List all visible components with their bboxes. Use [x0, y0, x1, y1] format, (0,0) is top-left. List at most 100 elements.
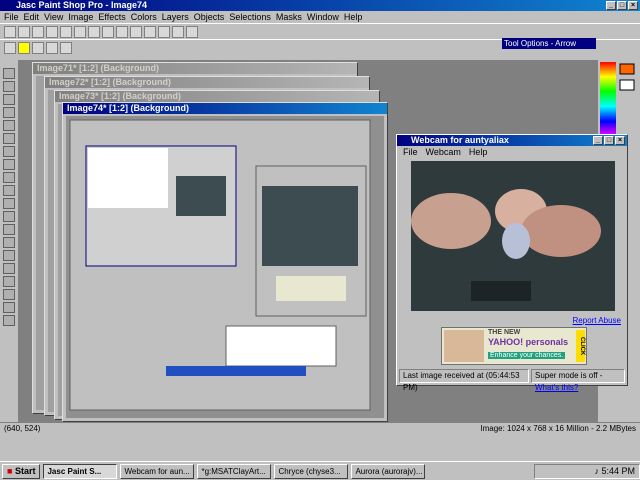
clock[interactable]: 5:44 PM — [601, 466, 635, 476]
color-icon[interactable] — [18, 41, 30, 54]
app-statusbar: (640, 524) Image: 1024 x 768 x 16 Millio… — [0, 422, 640, 434]
grid-icon[interactable] — [4, 41, 16, 54]
webcam-menu-file[interactable]: File — [403, 146, 418, 158]
undo-icon[interactable] — [60, 25, 72, 38]
eraser-tool-icon[interactable] — [3, 237, 15, 248]
menu-edit[interactable]: Edit — [24, 11, 40, 23]
last-image-status: Last image received at (05:44:53 PM) — [399, 369, 529, 392]
wand-tool-icon[interactable] — [3, 159, 15, 170]
whats-this-link[interactable]: What's this? — [535, 383, 578, 392]
palette-icon[interactable] — [32, 41, 44, 54]
clone-brush-icon[interactable] — [3, 198, 15, 209]
image72-title: Image72* [1:2] (Background) — [49, 77, 172, 87]
webcam-minimize-button[interactable]: _ — [593, 136, 603, 145]
ad-photo-icon — [444, 330, 484, 362]
deform-tool-icon[interactable] — [3, 94, 15, 105]
layers-icon[interactable] — [158, 25, 170, 38]
image-info: Image: 1024 x 768 x 16 Million - 2.2 MBy… — [480, 424, 636, 433]
yahoo-personals-ad[interactable]: THE NEW YAHOO! personals Enhance your ch… — [441, 327, 587, 365]
webcam-menubar: File Webcam Help — [397, 146, 627, 158]
lasso-tool-icon[interactable] — [3, 146, 15, 157]
close-button[interactable]: × — [628, 1, 638, 10]
zoom-icon[interactable] — [130, 25, 142, 38]
preset-shapes-icon[interactable] — [3, 315, 15, 326]
task-paint-shop-pro[interactable]: Jasc Paint S... — [43, 463, 118, 479]
histogram-icon[interactable] — [172, 25, 184, 38]
print-icon[interactable] — [46, 25, 58, 38]
paste-icon[interactable] — [116, 25, 128, 38]
picture-tube-icon[interactable] — [3, 250, 15, 261]
script-icon[interactable] — [60, 41, 72, 54]
text-tool-icon[interactable] — [3, 289, 15, 300]
menu-file[interactable]: File — [4, 11, 19, 23]
webcam-maximize-button[interactable]: □ — [604, 136, 614, 145]
new-icon[interactable] — [4, 25, 16, 38]
task-webcam[interactable]: Webcam for aun... — [120, 463, 195, 479]
task-aurora[interactable]: Aurora (aurorajv)... — [351, 463, 426, 479]
menu-objects[interactable]: Objects — [194, 11, 225, 23]
copy-icon[interactable] — [102, 25, 114, 38]
menu-image[interactable]: Image — [68, 11, 93, 23]
minimize-button[interactable]: _ — [606, 1, 616, 10]
color-picker-icon[interactable] — [598, 60, 640, 140]
airbrush-icon[interactable] — [3, 263, 15, 274]
save-icon[interactable] — [32, 25, 44, 38]
menu-view[interactable]: View — [44, 11, 63, 23]
report-abuse-link[interactable]: Report Abuse — [573, 316, 621, 325]
app-title: Jasc Paint Shop Pro - Image74 — [16, 0, 148, 10]
arrow-tool-icon[interactable] — [3, 68, 15, 79]
webcam-close-button[interactable]: × — [615, 136, 625, 145]
ad-tagline: Enhance your chances. — [488, 352, 566, 359]
draw-tool-icon[interactable] — [3, 302, 15, 313]
webcam-title: Webcam for auntyaliax — [411, 135, 509, 145]
menu-window[interactable]: Window — [307, 11, 339, 23]
system-tray: ♪ 5:44 PM — [534, 463, 640, 479]
overview-icon[interactable] — [46, 41, 58, 54]
brush-icon[interactable] — [144, 25, 156, 38]
flood-fill-icon[interactable] — [3, 276, 15, 287]
menu-selections[interactable]: Selections — [229, 11, 271, 23]
app-titlebar: Jasc Paint Shop Pro - Image74 _ □ × — [0, 0, 640, 11]
taskbar: ■ Start Jasc Paint S... Webcam for aun..… — [0, 461, 640, 480]
start-label: Start — [14, 465, 36, 476]
redo-icon[interactable] — [74, 25, 86, 38]
super-mode-text: Super mode is off - — [535, 371, 603, 380]
maximize-button[interactable]: □ — [617, 1, 627, 10]
menu-help[interactable]: Help — [344, 11, 363, 23]
dropper-tool-icon[interactable] — [3, 172, 15, 183]
ad-line1: THE NEW — [488, 329, 521, 336]
super-mode-status: Super mode is off - What's this? — [531, 369, 625, 392]
cut-icon[interactable] — [88, 25, 100, 38]
retouch-tool-icon[interactable] — [3, 224, 15, 235]
volume-icon[interactable]: ♪ — [594, 466, 599, 476]
task-msat[interactable]: *g:MSATClayArt... — [197, 463, 272, 479]
task-chryce[interactable]: Chryce (chyse3... — [274, 463, 349, 479]
ad-brand: YAHOO! personals — [488, 337, 569, 347]
menu-layers[interactable]: Layers — [162, 11, 189, 23]
menu-colors[interactable]: Colors — [131, 11, 157, 23]
main-toolbar — [0, 23, 640, 39]
ad-click[interactable]: CLICK — [576, 330, 585, 362]
menu-effects[interactable]: Effects — [98, 11, 125, 23]
tool-options-panel[interactable]: Tool Options - Arrow — [502, 38, 596, 49]
image74-window[interactable]: Image74* [1:2] (Background) — [62, 102, 388, 422]
image74-title: Image74* [1:2] (Background) — [67, 103, 190, 113]
webcam-video-feed — [411, 161, 615, 311]
webcam-menu-webcam[interactable]: Webcam — [426, 146, 461, 158]
webcam-statusbar: Last image received at (05:44:53 PM) Sup… — [399, 369, 625, 392]
open-icon[interactable] — [18, 25, 30, 38]
crop-tool-icon[interactable] — [3, 107, 15, 118]
help-icon[interactable] — [186, 25, 198, 38]
webcam-menu-help[interactable]: Help — [469, 146, 488, 158]
zoom-tool-icon[interactable] — [3, 81, 15, 92]
start-button[interactable]: ■ Start — [2, 463, 41, 479]
move-tool-icon[interactable] — [3, 120, 15, 131]
selection-tool-icon[interactable] — [3, 133, 15, 144]
recursive-screenshot-image — [69, 119, 371, 411]
menu-masks[interactable]: Masks — [276, 11, 302, 23]
image71-title: Image71* [1:2] (Background) — [37, 63, 160, 73]
color-replacer-icon[interactable] — [3, 211, 15, 222]
webcam-window[interactable]: Webcam for auntyaliax _ □ × File Webcam … — [396, 134, 628, 392]
tool-palette — [0, 66, 18, 421]
paint-brush-icon[interactable] — [3, 185, 15, 196]
